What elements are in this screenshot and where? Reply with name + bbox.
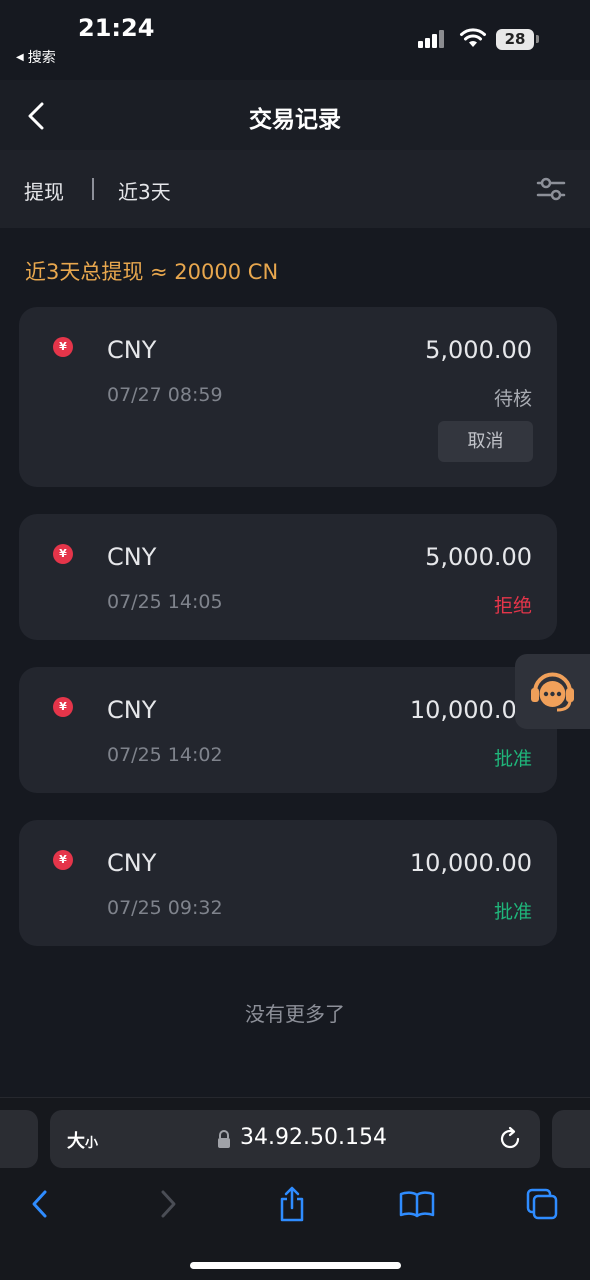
text-size-large: 大 — [67, 1131, 85, 1152]
transaction-currency: CNY — [107, 849, 157, 877]
transaction-card[interactable]: ¥ CNY 5,000.00 07/27 08:59 待核 取消 — [19, 307, 557, 487]
transaction-status: 批准 — [493, 748, 532, 770]
support-button[interactable] — [515, 654, 590, 729]
share-button[interactable] — [272, 1184, 312, 1224]
next-tab-pill[interactable] — [552, 1110, 590, 1168]
tabs-icon — [526, 1188, 558, 1220]
transaction-status: 待核 — [493, 388, 532, 410]
tabs-button[interactable] — [522, 1184, 562, 1224]
signal-icon — [418, 30, 444, 48]
transaction-amount: 10,000.00 — [409, 696, 532, 724]
transaction-datetime: 07/25 14:02 — [107, 744, 223, 766]
transaction-amount: 5,000.00 — [425, 336, 532, 364]
filter-range-selector[interactable]: 近3天 — [118, 176, 171, 205]
yen-icon: ¥ — [53, 544, 73, 564]
bookmarks-icon — [399, 1191, 435, 1218]
transaction-card[interactable]: ¥ CNY 10,000.00 07/25 14:02 批准 — [19, 667, 557, 793]
yen-icon: ¥ — [53, 850, 73, 870]
battery-indicator: 28 — [496, 29, 534, 50]
transaction-datetime: 07/27 08:59 — [107, 384, 223, 406]
back-to-app-link[interactable]: ◀ 搜索 — [16, 47, 56, 67]
home-indicator — [190, 1262, 401, 1269]
back-arrow-icon — [32, 1190, 47, 1218]
transaction-status: 批准 — [493, 901, 532, 923]
transaction-amount: 10,000.00 — [409, 849, 532, 877]
page-title: 交易记录 — [249, 107, 341, 133]
filter-bar: 提现 近3天 — [0, 150, 590, 228]
status-time: 21:24 — [78, 14, 155, 42]
reload-icon[interactable] — [497, 1126, 523, 1152]
yen-icon: ¥ — [53, 697, 73, 717]
text-size-button[interactable]: 大小 — [67, 1127, 98, 1153]
browser-back-button[interactable] — [20, 1184, 60, 1224]
transaction-card[interactable]: ¥ CNY 5,000.00 07/25 14:05 拒绝 — [19, 514, 557, 640]
transaction-currency: CNY — [107, 336, 157, 364]
status-bar: 21:24 ◀ 搜索 28 — [0, 0, 590, 80]
transaction-status: 拒绝 — [493, 595, 532, 617]
filter-type-selector[interactable]: 提现 — [24, 176, 64, 205]
address-bar[interactable]: 大小 34.92.50.154 — [50, 1110, 540, 1168]
nav-header: 交易记录 — [0, 80, 590, 150]
transaction-card[interactable]: ¥ CNY 10,000.00 07/25 09:32 批准 — [19, 820, 557, 946]
transaction-datetime: 07/25 09:32 — [107, 897, 223, 919]
browser-forward-button[interactable] — [148, 1184, 188, 1224]
filter-divider — [92, 178, 94, 200]
bookmarks-button[interactable] — [397, 1184, 437, 1224]
text-size-small: 小 — [85, 1136, 99, 1151]
battery-tip — [536, 35, 539, 43]
transaction-currency: CNY — [107, 543, 157, 571]
filter-sliders-icon[interactable] — [536, 176, 566, 202]
previous-tab-pill[interactable] — [0, 1110, 38, 1168]
share-icon — [280, 1186, 304, 1222]
no-more-label: 没有更多了 — [245, 1002, 345, 1026]
transaction-datetime: 07/25 14:05 — [107, 591, 223, 613]
transaction-currency: CNY — [107, 696, 157, 724]
cancel-button[interactable]: 取消 — [438, 421, 533, 462]
back-triangle-icon: ◀ — [16, 51, 24, 63]
wifi-icon — [460, 28, 486, 47]
lock-icon — [218, 1130, 230, 1148]
support-headset-icon — [531, 672, 574, 712]
forward-arrow-icon — [161, 1190, 176, 1218]
browser-toolbar: 大小 34.92.50.154 — [0, 1097, 590, 1280]
transaction-amount: 5,000.00 — [425, 543, 532, 571]
yen-icon: ¥ — [53, 337, 73, 357]
back-app-label: 搜索 — [27, 50, 56, 66]
withdraw-summary: 近3天总提现 ≈ 20000 CN — [25, 260, 279, 284]
url-text: 34.92.50.154 — [240, 1125, 387, 1150]
